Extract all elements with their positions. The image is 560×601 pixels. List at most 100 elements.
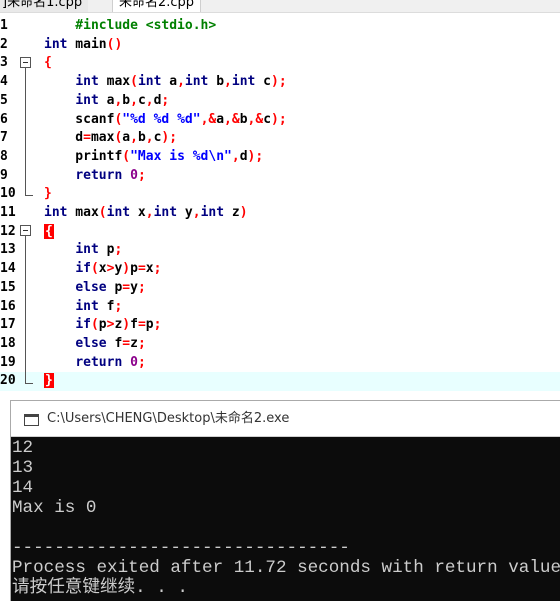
code-text: d=max(a,b,c); [44,129,177,148]
tab-file-1[interactable]: ]未命名1.cpp [0,0,89,12]
code-token: p [130,261,138,277]
code-line[interactable]: 11 int max(int x,int y,int z) [0,204,560,223]
code-text: int f; [44,298,122,317]
code-token: p [98,317,107,333]
code-line[interactable]: 4 int max(int a,int b,int c); [0,73,560,92]
code-token: #include <stdio.h> [44,18,217,33]
code-token: 0 [130,354,138,370]
code-token: int [231,74,256,90]
code-line[interactable]: 1 #include <stdio.h> [0,17,560,36]
code-text: { [44,223,54,242]
line-number: 17 [0,317,16,333]
code-token: c [255,74,272,90]
fold-toggle-icon[interactable] [20,225,31,236]
editor-tab-bar: ]未命名1.cpp 未命名2.cpp [0,0,560,13]
code-token: "%d %d %d" [122,111,201,127]
code-token: = [122,335,131,351]
code-token: , [177,74,185,90]
code-token: int [75,242,99,258]
code-line[interactable]: 8 printf("Max is %d\n",d); [0,148,560,167]
code-token: int [200,205,225,220]
line-number: 13 [0,242,16,258]
code-line[interactable]: 14 if(x>y)p=x; [0,260,560,279]
code-line[interactable]: 5 int a,b,c,d; [0,92,560,111]
code-text: printf("Max is %d\n",d); [44,148,263,167]
line-number: 19 [0,354,16,370]
code-token: if [75,261,91,277]
fold-toggle-icon[interactable] [20,57,31,68]
code-token: = [137,317,146,333]
code-line[interactable]: 10} [0,185,560,204]
fold-end-marker [25,383,33,384]
code-editor[interactable]: 1 #include <stdio.h> 2 int main() 3{4 int m… [0,13,560,393]
code-text: return 0; [44,354,146,373]
line-number: 9 [0,167,8,183]
console-output-line: 14 [12,478,34,498]
code-token: d [44,130,84,146]
code-text: return 0; [44,167,146,186]
code-line[interactable]: 13 int p; [0,241,560,260]
code-line[interactable]: 16 int f; [0,298,560,317]
code-token: int [44,36,68,52]
code-token: ) [122,261,131,277]
code-token: , [192,205,201,220]
code-line[interactable]: 12 { [0,223,560,242]
code-token: y [177,205,193,220]
code-token: c [263,111,272,127]
console-output-line: -------------------------------- [12,538,350,558]
code-token: int [106,205,131,220]
code-token: z [130,335,138,351]
console-output-line: 12 [12,438,34,458]
code-text: } [44,372,54,391]
code-token: ,& [247,111,264,127]
code-token: printf [44,148,123,164]
code-token: return [75,354,123,370]
code-text: else p=y; [44,279,145,298]
line-number: 16 [0,298,16,314]
code-token: ; [153,261,162,277]
code-token: int [75,298,99,314]
tab-file-2[interactable]: 未命名2.cpp [112,0,202,12]
code-token: ( [90,317,99,333]
code-token: } [44,186,52,202]
code-token: max [98,74,131,90]
code-line[interactable]: 17 if(p>z)f=p; [0,316,560,335]
code-token: ; [161,92,170,108]
code-token: ( [98,205,107,220]
code-token: ; [137,354,146,370]
code-token: f [130,317,138,333]
code-token: x [145,261,154,277]
code-line[interactable]: 15 else p=y; [0,279,560,298]
code-token: int [75,92,99,108]
code-line[interactable]: 9 return 0; [0,167,560,186]
console-title-bar[interactable]: C:\Users\CHENG\Desktop\未命名2.exe [11,401,560,437]
code-token: return [75,167,123,183]
code-token: ; [114,298,123,314]
code-token: , [224,74,232,90]
code-line[interactable]: 7 d=max(a,b,c); [0,129,560,148]
code-token: ; [137,167,146,183]
code-line[interactable]: 19 return 0; [0,354,560,373]
line-number: 20 [0,373,16,389]
code-line[interactable]: 6 scanf("%d %d %d",&a,&b,&c); [0,111,560,130]
code-token: if [75,317,91,333]
console-output-line: Process exited after 11.72 seconds with … [12,558,560,578]
code-token: x [98,261,107,277]
code-token: , [130,130,138,146]
code-line[interactable]: 3{ [0,54,560,73]
code-line[interactable]: 20} [0,372,560,391]
code-token: 0 [130,167,138,183]
code-line[interactable]: 18 else f=z; [0,335,560,354]
line-number: 3 [0,55,8,71]
code-line[interactable]: 2 int main() [0,36,560,55]
line-number: 8 [0,148,8,164]
code-text: int main() [44,36,122,55]
console-window[interactable]: C:\Users\CHENG\Desktop\未命名2.exe 12 13 14 Ma… [11,401,560,601]
